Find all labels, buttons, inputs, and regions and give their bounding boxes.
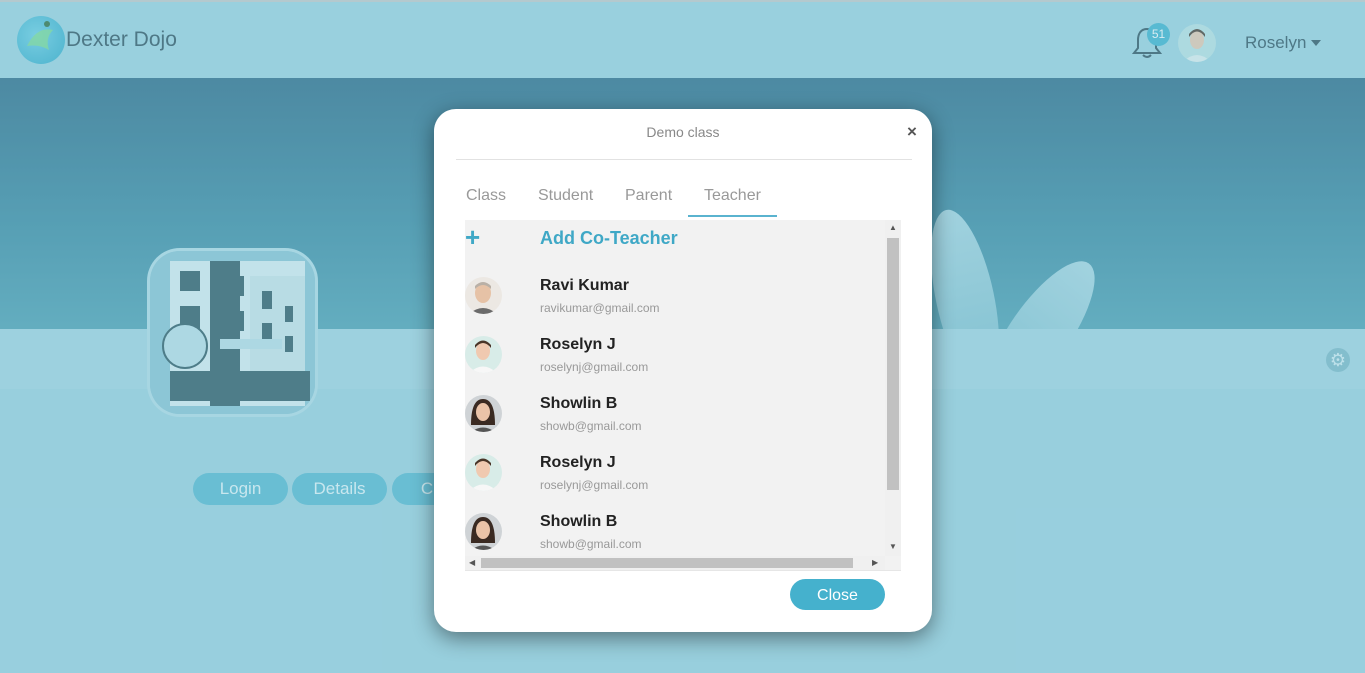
avatar [465,454,502,491]
tab-class[interactable]: Class [466,187,506,205]
modal-title: Demo class [646,124,720,140]
divider [456,159,912,160]
teacher-email: ravikumar@gmail.com [540,301,660,315]
list-item[interactable]: Showlin B showb@gmail.com [465,395,885,454]
teacher-email: roselynj@gmail.com [540,360,649,374]
demo-class-modal: Demo class × Class Student Parent Teache… [434,109,932,632]
teacher-name: Ravi Kumar [540,277,629,294]
divider [465,570,901,571]
scrollbar-thumb[interactable] [887,238,899,490]
close-icon[interactable]: × [907,122,917,142]
teacher-list: + Add Co-Teacher Ravi Kumar ravikumar@gm… [465,220,901,570]
teacher-name: Roselyn J [540,336,616,353]
scroll-right-icon[interactable]: ▶ [872,558,878,567]
scroll-left-icon[interactable]: ◀ [469,558,475,567]
list-item[interactable]: Roselyn J roselynj@gmail.com [465,336,885,395]
add-co-teacher-link[interactable]: Add Co-Teacher [540,228,678,249]
vertical-scrollbar[interactable]: ▲ ▼ [885,220,901,556]
teacher-email: showb@gmail.com [540,419,642,433]
avatar [465,336,502,373]
teacher-name: Showlin B [540,395,618,412]
close-button[interactable]: Close [790,579,885,610]
teacher-email: showb@gmail.com [540,537,642,551]
active-tab-indicator [688,215,777,217]
tab-student[interactable]: Student [538,187,593,205]
avatar [465,395,502,432]
tab-parent[interactable]: Parent [625,187,672,205]
list-item[interactable]: Ravi Kumar ravikumar@gmail.com [465,277,885,336]
tab-teacher[interactable]: Teacher [704,187,761,205]
teacher-name: Showlin B [540,513,618,530]
teacher-email: roselynj@gmail.com [540,478,649,492]
horizontal-scrollbar[interactable]: ◀ ▶ [465,556,885,570]
avatar [465,513,502,550]
list-item[interactable]: Roselyn J roselynj@gmail.com [465,454,885,513]
avatar [465,277,502,314]
teacher-name: Roselyn J [540,454,616,471]
scrollbar-thumb[interactable] [481,558,853,568]
plus-icon[interactable]: + [465,222,480,253]
scroll-up-icon[interactable]: ▲ [889,223,897,232]
scroll-down-icon[interactable]: ▼ [889,542,897,551]
